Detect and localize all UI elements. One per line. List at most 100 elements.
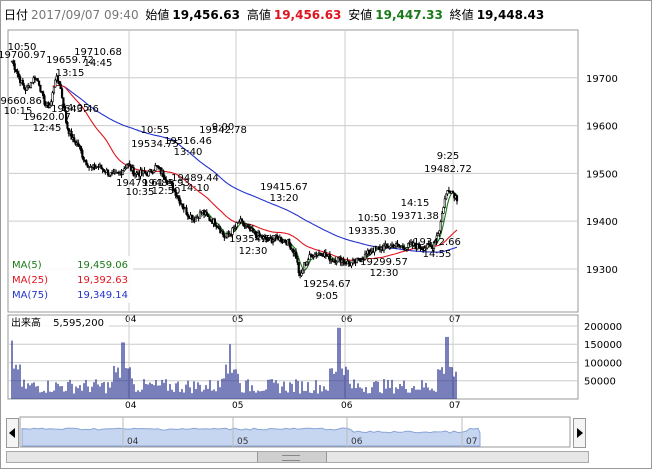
annotation-time: 12:45 — [33, 123, 62, 134]
annotation-time: 10:50 — [358, 213, 387, 224]
candle-body — [288, 239, 291, 245]
annotation-value: 19354.59 — [229, 234, 277, 245]
candle-body — [14, 69, 18, 73]
candle-body — [181, 203, 184, 208]
scroll-right-button[interactable] — [573, 418, 586, 448]
candle-body — [280, 237, 283, 242]
candle-body — [147, 171, 150, 177]
volume-x-tick-label: 04 — [125, 401, 137, 411]
volume-bars — [11, 327, 457, 399]
candle-body — [42, 91, 45, 96]
candle-body — [102, 169, 106, 172]
volume-y-tick-label: 200000 — [584, 322, 622, 333]
candle-body — [194, 217, 198, 222]
price-panel: 19700 19600 19500 19400 19300 04 05 06 07 19700… — [0, 29, 618, 325]
overview-panel[interactable]: 04 05 06 07 — [19, 416, 571, 448]
candle-body — [82, 157, 85, 161]
overview-x-tick-label: 05 — [237, 437, 248, 447]
volume-x-tick-label: 06 — [341, 401, 353, 411]
candle-body — [36, 78, 39, 82]
ma75-legend-label: MA(75) — [12, 290, 48, 301]
candle-body — [185, 207, 188, 215]
candle-body — [39, 84, 42, 92]
annotation-time: 14:15 — [401, 198, 430, 209]
candle-body — [12, 60, 15, 64]
volume-panel: 200000 150000 100000 50000 04 05 06 07 出来高 5,5… — [7, 314, 622, 411]
volume-x-tick-label: 07 — [449, 401, 460, 411]
candle-body — [213, 218, 216, 226]
candle-body — [221, 231, 225, 236]
annotation-time: 12:30 — [239, 246, 268, 257]
annotation-time: 12:30 — [370, 268, 399, 279]
ma25-legend-value: 19,392.63 — [77, 275, 128, 286]
candle-body — [347, 260, 350, 264]
annotation-time: 9:25 — [437, 151, 459, 162]
candlestick-series — [10, 59, 459, 279]
ma-legend: MA(5) 19,459.06 MA(25) 19,392.63 MA(75) … — [9, 256, 133, 303]
annotation-time: 13:20 — [270, 193, 299, 204]
volume-y-tick-label: 100000 — [584, 358, 622, 369]
candle-body — [162, 170, 165, 178]
annotation-time: 10:50 — [8, 42, 37, 53]
candle-body — [442, 207, 445, 214]
annotation-time: 10:55 — [141, 125, 170, 136]
price-x-axis: 04 05 06 07 — [125, 315, 460, 325]
ma5-legend-label: MA(5) — [12, 260, 42, 271]
price-y-tick-label: 19400 — [586, 217, 618, 228]
scrollbar-track[interactable] — [6, 451, 589, 463]
candle-body — [208, 216, 211, 221]
annotation-time: 12:50 — [152, 186, 181, 197]
candle-body — [301, 269, 304, 274]
price-y-axis: 19700 19600 19500 19400 19300 — [586, 74, 618, 276]
candle-body — [296, 257, 299, 263]
candle-body — [85, 160, 88, 166]
candle-body — [152, 170, 156, 174]
candle-body — [297, 262, 300, 274]
candle-body — [52, 86, 56, 93]
price-x-tick-label: 04 — [125, 315, 137, 325]
candle-body — [121, 170, 125, 175]
candle-body — [21, 79, 24, 86]
candle-body — [13, 63, 16, 70]
annotation-value: 19371.38 — [391, 211, 439, 222]
scrollbar-thumb[interactable] — [257, 452, 327, 462]
annotation-time: 9:05 — [316, 291, 338, 302]
candle-body — [351, 260, 354, 264]
candle-body — [443, 198, 446, 208]
volume-y-tick-label: 150000 — [584, 340, 622, 351]
scroll-left-button[interactable] — [6, 418, 19, 448]
annotation-value: 19335.30 — [348, 226, 396, 237]
price-y-tick-label: 19700 — [586, 74, 618, 85]
annotation-value: 19516.46 — [164, 136, 212, 147]
candle-body — [441, 212, 444, 223]
candle-body — [79, 146, 83, 151]
volume-x-axis: 04 05 06 07 — [125, 401, 460, 411]
annotation-value: 19620.07 — [23, 112, 71, 123]
candle-body — [438, 230, 441, 234]
candle-body — [37, 80, 41, 86]
candle-body — [305, 261, 308, 266]
volume-y-axis: 200000 150000 100000 50000 — [584, 322, 622, 388]
candle-body — [439, 221, 442, 232]
candle-body — [445, 193, 448, 200]
annotation-value: 19254.67 — [303, 279, 351, 290]
candle-body — [350, 262, 353, 267]
candle-body — [436, 233, 440, 237]
candle-body — [51, 92, 54, 102]
candle-body — [382, 245, 386, 251]
annotation-time: 9:00 — [212, 122, 234, 133]
candle-body — [77, 142, 80, 146]
candle-body — [284, 240, 287, 243]
candle-body — [385, 243, 388, 247]
volume-value: 5,595,200 — [53, 318, 104, 329]
annotation-value: 19299.57 — [360, 257, 408, 268]
annotation-value: 19415.67 — [260, 182, 308, 193]
annotation-time: 14:10 — [181, 183, 210, 194]
price-y-tick-label: 19500 — [586, 169, 618, 180]
volume-x-tick-label: 05 — [232, 401, 243, 411]
candle-body — [289, 243, 292, 250]
overview-x-tick-label: 04 — [127, 437, 139, 447]
candle-body — [60, 88, 64, 98]
ma75-legend-value: 19,349.14 — [77, 290, 128, 301]
price-x-tick-label: 07 — [449, 315, 460, 325]
